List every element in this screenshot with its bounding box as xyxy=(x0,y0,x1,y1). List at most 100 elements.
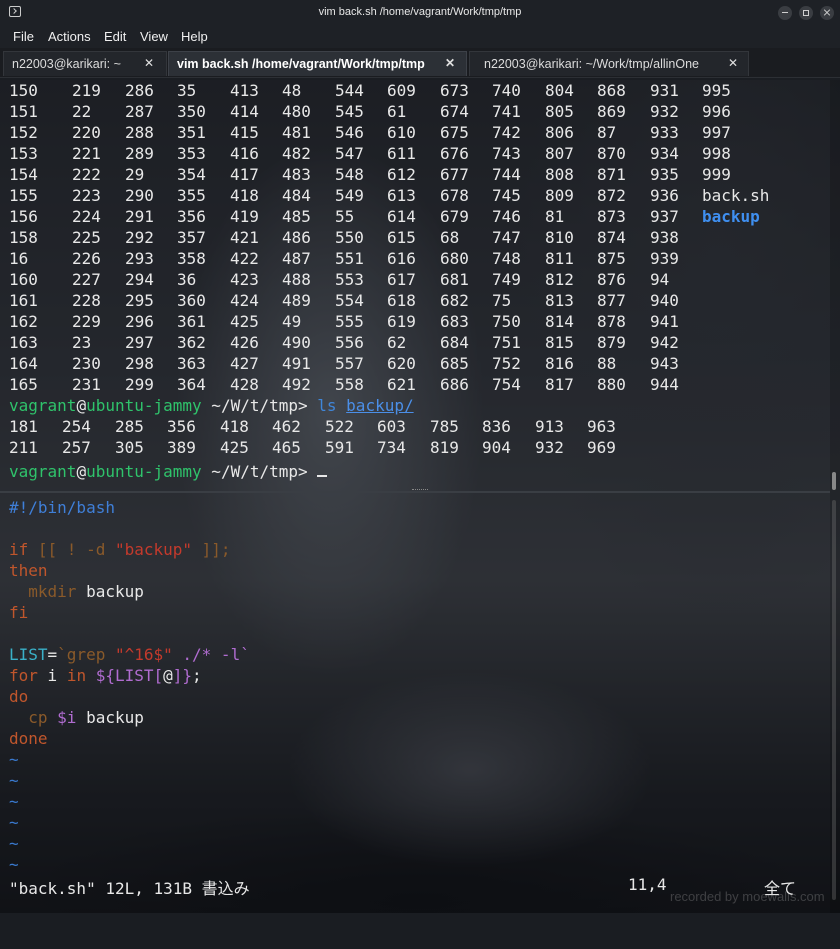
listing-entry: 490 xyxy=(282,333,311,352)
ls-entry: 462 xyxy=(272,417,301,436)
command-argument: backup/ xyxy=(346,396,414,415)
vim-editor-pane[interactable]: #!/bin/bash if [[ ! -d "backup" ]]; then m… xyxy=(0,497,840,913)
vim-token: if xyxy=(9,540,29,559)
listing-entry: 554 xyxy=(335,291,364,310)
listing-entry: 361 xyxy=(177,312,206,331)
listing-entry: 610 xyxy=(387,123,416,142)
listing-entry: 942 xyxy=(650,333,679,352)
listing-entry: 489 xyxy=(282,291,311,310)
tab-close-icon[interactable]: ✕ xyxy=(144,56,154,70)
listing-entry: 55 xyxy=(335,207,355,226)
vim-code-line: do xyxy=(0,686,840,707)
ls-entry: 904 xyxy=(482,438,511,457)
listing-entry: 419 xyxy=(230,207,259,226)
menu-actions[interactable]: Actions xyxy=(48,29,91,44)
listing-entry: 422 xyxy=(230,249,259,268)
listing-entry: 221 xyxy=(72,144,101,163)
menu-edit[interactable]: Edit xyxy=(104,29,126,44)
listing-entry: 229 xyxy=(72,312,101,331)
listing-entry: 549 xyxy=(335,186,364,205)
prompt-host: ubuntu-jammy xyxy=(86,462,202,481)
vim-code-line: cp $i backup xyxy=(0,707,840,728)
listing-row: 154 222 29 354 417 483 548 612 677 744 808 871 935 99… xyxy=(0,164,840,185)
listing-entry: 87 xyxy=(597,123,617,142)
listing-entry: 481 xyxy=(282,123,311,142)
listing-entry: 806 xyxy=(545,123,574,142)
listing-row: 150 219 286 35 413 48 544 609 673 740 804 868 931 995 xyxy=(0,80,840,101)
menu-view[interactable]: View xyxy=(140,29,168,44)
vim-token: i xyxy=(37,666,67,685)
vim-code-line: #!/bin/bash xyxy=(0,497,840,518)
listing-entry: 354 xyxy=(177,165,206,184)
listing-entry: 160 xyxy=(9,270,38,289)
vim-token: done xyxy=(9,729,48,748)
listing-entry: 362 xyxy=(177,333,206,352)
listing-entry: 745 xyxy=(492,186,521,205)
listing-entry: 364 xyxy=(177,375,206,394)
terminal-pane-top[interactable]: 150 219 286 35 413 48 544 609 673 740 804 868 931 995… xyxy=(0,80,840,491)
vim-code-line: LIST=`grep "^16$" ./* -l` xyxy=(0,644,840,665)
ls-entry: 211 xyxy=(9,438,38,457)
listing-entry: 299 xyxy=(125,375,154,394)
listing-entry: 294 xyxy=(125,270,154,289)
listing-entry: 154 xyxy=(9,165,38,184)
listing-entry: 676 xyxy=(440,144,469,163)
menu-help[interactable]: Help xyxy=(181,29,208,44)
listing-row: 153 221 289 353 416 482 547 611 676 743 807 870 934 9… xyxy=(0,143,840,164)
listing-entry: 674 xyxy=(440,102,469,121)
listing-entry: 484 xyxy=(282,186,311,205)
listing-entry: 869 xyxy=(597,102,626,121)
listing-entry: 425 xyxy=(230,312,259,331)
tab-vim[interactable]: vim back.sh /home/vagrant/Work/tmp/tmp ✕ xyxy=(168,51,467,76)
listing-entry: 550 xyxy=(335,228,364,247)
vim-code-line: mkdir backup xyxy=(0,581,840,602)
tab-close-icon[interactable]: ✕ xyxy=(728,56,738,70)
vim-empty-line-marker: ~ xyxy=(0,749,840,770)
listing-entry: 997 xyxy=(702,123,731,142)
listing-entry: 744 xyxy=(492,165,521,184)
split-grip[interactable] xyxy=(412,489,428,492)
vim-token: [[ ! -d xyxy=(28,540,115,559)
listing-entry: 617 xyxy=(387,270,416,289)
listing-entry: 805 xyxy=(545,102,574,121)
tab-close-icon[interactable]: ✕ xyxy=(445,56,455,70)
listing-entry: 995 xyxy=(702,81,731,100)
tab-bar: n22003@karikari: ~ ✕ vim back.sh /home/v… xyxy=(0,48,840,78)
listing-entry: 682 xyxy=(440,291,469,310)
minimize-button[interactable] xyxy=(778,6,792,20)
listing-entry: 815 xyxy=(545,333,574,352)
maximize-button[interactable] xyxy=(799,6,813,20)
close-window-button[interactable] xyxy=(820,6,834,20)
scrollbar-thumb-bottom[interactable] xyxy=(832,500,836,900)
vim-token: ${LIST[ xyxy=(86,666,164,685)
listing-entry: 413 xyxy=(230,81,259,100)
listing-entry: 488 xyxy=(282,270,311,289)
vim-code-line xyxy=(0,623,840,644)
listing-entry: 363 xyxy=(177,354,206,373)
vim-token: fi xyxy=(9,603,29,622)
listing-entry: 424 xyxy=(230,291,259,310)
menu-file[interactable]: File xyxy=(13,29,34,44)
vim-token: $i xyxy=(47,708,77,727)
ls-entry: 425 xyxy=(220,438,249,457)
listing-entry: 357 xyxy=(177,228,206,247)
listing-entry: 870 xyxy=(597,144,626,163)
listing-entry: 152 xyxy=(9,123,38,142)
listing-entry: 36 xyxy=(177,270,197,289)
listing-entry: 162 xyxy=(9,312,38,331)
ls-entry: 257 xyxy=(62,438,91,457)
vim-token: ~ xyxy=(9,792,19,811)
listing-entry: 228 xyxy=(72,291,101,310)
listing-entry: 931 xyxy=(650,81,679,100)
listing-entry: 355 xyxy=(177,186,206,205)
listing-entry: 88 xyxy=(597,354,617,373)
listing-entry: 936 xyxy=(650,186,679,205)
listing-entry: 546 xyxy=(335,123,364,142)
vim-code-line: then xyxy=(0,560,840,581)
tab-allinone[interactable]: n22003@karikari: ~/Work/tmp/allinOne ✕ xyxy=(469,51,749,76)
vim-token: in xyxy=(66,666,87,685)
listing-entry: 677 xyxy=(440,165,469,184)
tab-home[interactable]: n22003@karikari: ~ ✕ xyxy=(3,51,167,76)
scrollbar-thumb-top[interactable] xyxy=(832,472,836,490)
listing-entry: 938 xyxy=(650,228,679,247)
